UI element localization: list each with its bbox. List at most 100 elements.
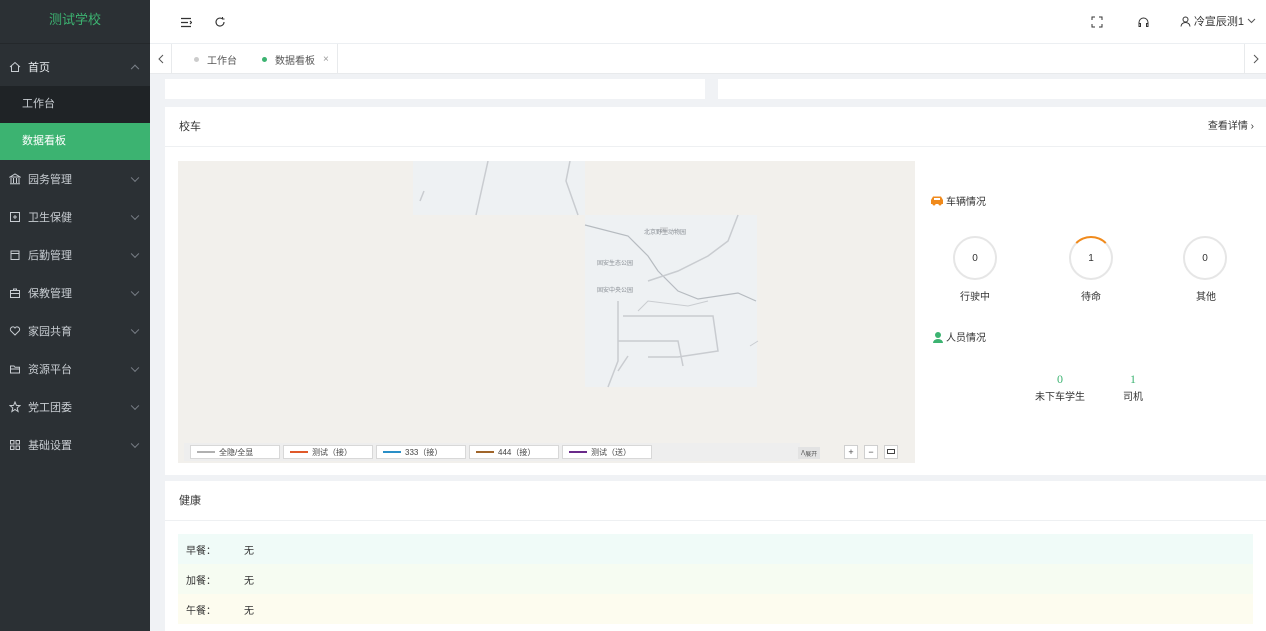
- map-layer-icon: [887, 449, 895, 454]
- legend-swatch: [290, 451, 308, 453]
- vehicle-other-label: 其他: [1196, 292, 1216, 303]
- tab-status-dot: [194, 56, 199, 62]
- sidebar-item-education[interactable]: 保教管理: [0, 274, 150, 312]
- person-icon: [933, 331, 943, 343]
- sidebar-item-party[interactable]: 党工团委: [0, 388, 150, 426]
- legend-toggle-all[interactable]: 全隐/全显: [190, 445, 280, 459]
- tab-scroll-left-button[interactable]: [150, 44, 172, 74]
- drivers-label: 司机: [1123, 392, 1143, 403]
- meal-value: 无: [244, 605, 254, 617]
- bus-route-map[interactable]: 北京野生动物园 固安生态公园 固安中央公园 全隐/全显 测试（接） 333（接）…: [178, 161, 915, 463]
- home-icon: [8, 60, 22, 74]
- meal-row-snack: 加餐： 无: [178, 564, 1253, 594]
- sidebar-item-label: 家园共育: [28, 326, 72, 338]
- chevron-down-icon: [130, 173, 140, 183]
- fullscreen-button[interactable]: [1089, 14, 1105, 30]
- people-status-title: 人员情况: [946, 333, 986, 344]
- sidebar-item-label: 基础设置: [28, 440, 72, 452]
- sidebar-item-settings[interactable]: 基础设置: [0, 426, 150, 464]
- meal-label: 加餐：: [186, 575, 216, 587]
- legend-label: 444（接）: [498, 447, 536, 457]
- heart-icon: [8, 324, 22, 338]
- sidebar-item-logistics[interactable]: 后勤管理: [0, 236, 150, 274]
- school-brand[interactable]: 测试学校: [0, 0, 150, 44]
- collapse-menu-button[interactable]: [178, 14, 194, 30]
- chevron-down-icon: [1247, 18, 1256, 24]
- legend-route[interactable]: 测试（送）: [562, 445, 652, 459]
- legend-route[interactable]: 444（接）: [469, 445, 559, 459]
- drivers-stat: 1 司机: [1103, 372, 1163, 403]
- vehicle-status-heading: 车辆情况: [930, 193, 986, 208]
- legend-route[interactable]: 333（接）: [376, 445, 466, 459]
- meal-label: 午餐：: [186, 605, 216, 617]
- vehicle-standby-count: 1: [1069, 236, 1113, 280]
- support-button[interactable]: [1135, 14, 1151, 30]
- chevron-down-icon: [130, 401, 140, 411]
- sidebar-item-label: 保教管理: [28, 288, 72, 300]
- grid-icon: [8, 438, 22, 452]
- chevron-down-icon: [130, 211, 140, 221]
- top-header: 冷宣辰测1: [150, 0, 1266, 44]
- route-legend: 全隐/全显 测试（接） 333（接） 444（接） 测试（送）: [184, 443, 800, 461]
- user-icon: [1180, 16, 1191, 27]
- chevron-right-icon: [1253, 54, 1259, 64]
- tab-close-icon[interactable]: ×: [323, 54, 329, 65]
- meal-row-breakfast: 早餐： 无: [178, 534, 1253, 564]
- legend-route[interactable]: 测试（接）: [283, 445, 373, 459]
- briefcase-icon: [8, 286, 22, 300]
- vehicle-driving-count: 0: [953, 236, 997, 280]
- meal-value: 无: [244, 575, 254, 587]
- chevron-down-icon: [130, 363, 140, 373]
- medical-icon: [8, 210, 22, 224]
- legend-label: 全隐/全显: [219, 447, 254, 457]
- refresh-icon: [215, 17, 225, 27]
- students-on-bus-count: 0: [1057, 372, 1063, 386]
- zoom-out-button[interactable]: −: [864, 445, 878, 459]
- map-type-button[interactable]: [884, 445, 898, 459]
- school-bus-card: 校车 查看详情 › 北京野生动物园 固安生态公园 固安中央公园 全隐/全显 测试…: [165, 107, 1266, 475]
- sidebar-subitem-dashboard[interactable]: 数据看板: [0, 123, 150, 160]
- tab-label: 工作台: [207, 55, 237, 67]
- summary-card-left: [165, 79, 705, 99]
- tab-dashboard[interactable]: 数据看板 ×: [262, 49, 329, 69]
- sidebar-subitem-workbench[interactable]: 工作台: [0, 86, 150, 123]
- headset-icon: [1138, 17, 1148, 27]
- sidebar-item-resources[interactable]: 资源平台: [0, 350, 150, 388]
- user-menu[interactable]: 冷宣辰测1: [1180, 13, 1256, 29]
- legend-label: 测试（送）: [591, 447, 631, 457]
- card-title: 健康: [165, 481, 1266, 521]
- vehicle-standby-label: 待命: [1081, 292, 1101, 303]
- view-details-link[interactable]: 查看详情 ›: [1208, 107, 1254, 147]
- sidebar-item-health[interactable]: 卫生保健: [0, 198, 150, 236]
- sidebar-item-label: 首页: [28, 62, 50, 74]
- bank-icon: [8, 172, 22, 186]
- main-content: 校车 查看详情 › 北京野生动物园 固安生态公园 固安中央公园 全隐/全显 测试…: [150, 75, 1266, 631]
- sidebar-item-affairs[interactable]: 园务管理: [0, 160, 150, 198]
- tab-label: 数据看板: [275, 55, 315, 67]
- chevron-left-icon: [157, 54, 163, 64]
- sidebar-item-home-school[interactable]: 家园共育: [0, 312, 150, 350]
- refresh-button[interactable]: [212, 14, 228, 30]
- menu-fold-icon: [181, 17, 192, 27]
- folder-icon: [8, 362, 22, 376]
- summary-card-right: [718, 79, 1266, 99]
- students-on-bus-label: 未下车学生: [1035, 392, 1085, 403]
- students-on-bus-stat: 0 未下车学生: [1030, 372, 1090, 403]
- health-card: 健康 早餐： 无 加餐： 无 午餐： 无: [165, 481, 1266, 631]
- sidebar-item-home[interactable]: 首页: [0, 48, 150, 86]
- tab-workbench[interactable]: 工作台: [194, 49, 237, 69]
- legend-label: 333（接）: [405, 447, 443, 457]
- map-expand-button[interactable]: ᐱ 展开: [798, 447, 821, 459]
- meal-value: 无: [244, 545, 254, 557]
- people-status-heading: 人员情况: [932, 329, 986, 344]
- legend-label: 测试（接）: [312, 447, 352, 457]
- chevron-down-icon: [130, 287, 140, 297]
- meal-row-lunch: 午餐： 无: [178, 594, 1253, 624]
- legend-swatch: [569, 451, 587, 453]
- zoom-in-button[interactable]: +: [844, 445, 858, 459]
- chevron-down-icon: [130, 249, 140, 259]
- tab-divider: [337, 44, 338, 74]
- legend-swatch: [476, 451, 494, 453]
- map-roads: [419, 161, 759, 388]
- tab-scroll-right-button[interactable]: [1244, 44, 1266, 74]
